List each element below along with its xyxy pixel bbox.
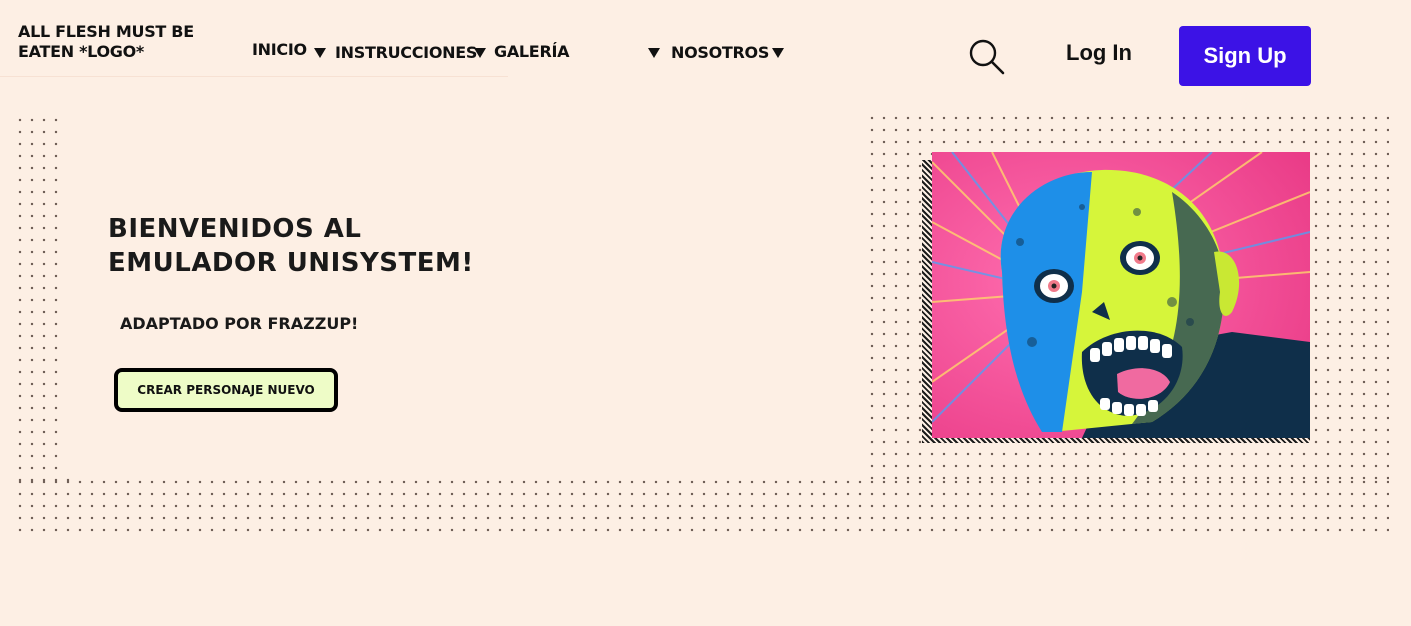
header-divider (0, 76, 508, 77)
chevron-down-icon[interactable] (474, 48, 486, 58)
create-character-button[interactable]: CREAR PERSONAJE NUEVO (114, 368, 338, 412)
search-icon[interactable] (966, 37, 1006, 77)
zombie-illustration (932, 152, 1310, 438)
site-logo[interactable]: ALL FLESH MUST BE EATEN *LOGO* (18, 22, 198, 62)
hero-subtitle: ADAPTADO POR FRAZZUP! (120, 314, 359, 333)
nav-item-galeria[interactable]: GALERÍA (494, 42, 570, 61)
login-link[interactable]: Log In (1066, 40, 1132, 66)
chevron-down-icon[interactable] (648, 48, 660, 58)
signup-button[interactable]: Sign Up (1179, 26, 1311, 86)
dot-pattern-bottom (14, 476, 1389, 538)
chevron-down-icon[interactable] (314, 48, 326, 58)
hero-panel (66, 112, 866, 476)
hero-title: BIENVENIDOS AL EMULADOR UNISYSTEM! (108, 214, 474, 278)
chevron-down-icon[interactable] (772, 48, 784, 58)
dot-pattern-left (14, 114, 70, 484)
nav-item-instrucciones[interactable]: INSTRUCCIONES (335, 43, 477, 62)
nav-item-nosotros[interactable]: NOSOTROS (671, 43, 769, 62)
nav-item-inicio[interactable]: INICIO (252, 40, 307, 59)
